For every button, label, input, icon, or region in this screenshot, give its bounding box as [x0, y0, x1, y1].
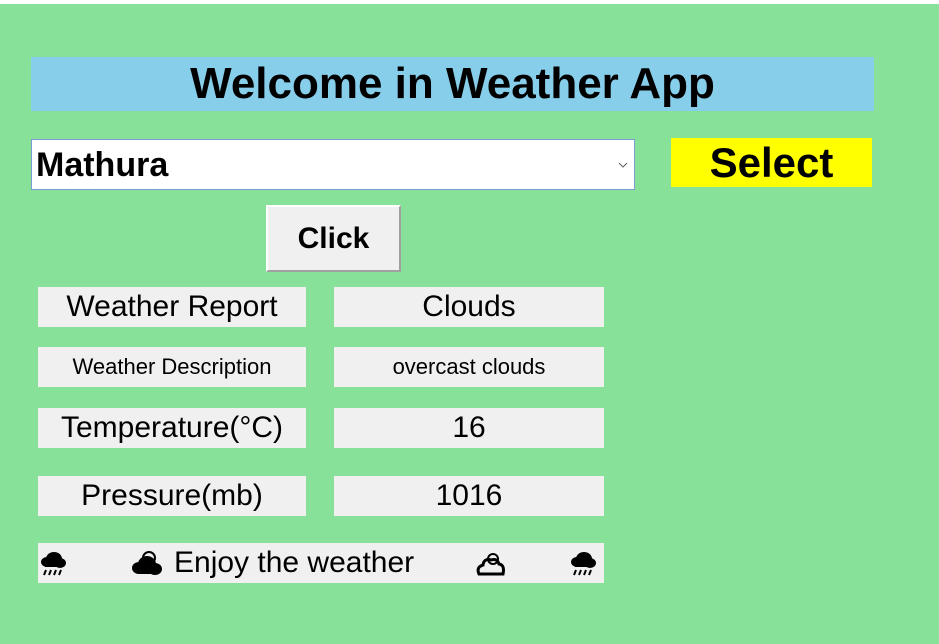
rain-cloud-icon: [568, 549, 598, 579]
weather-description-label: Weather Description: [38, 347, 306, 387]
chevron-down-icon[interactable]: [616, 140, 630, 189]
pressure-value: 1016: [334, 476, 604, 516]
cloud-outline-icon: [474, 549, 505, 579]
rain-cloud-icon: [38, 549, 68, 579]
weather-report-value: Clouds: [334, 287, 604, 327]
pressure-label: Pressure(mb): [38, 476, 306, 516]
footer-message-bar: Enjoy the weather: [38, 543, 604, 583]
city-dropdown[interactable]: Mathura: [31, 139, 635, 190]
city-dropdown-value: Mathura: [36, 146, 169, 184]
app-window: Welcome in Weather App Mathura Select Cl…: [0, 4, 939, 644]
page-title: Welcome in Weather App: [31, 57, 874, 111]
temperature-value: 16: [334, 408, 604, 448]
footer-message: Enjoy the weather: [174, 546, 415, 579]
click-button[interactable]: Click: [266, 205, 401, 272]
temperature-label: Temperature(°C): [38, 408, 306, 448]
select-label: Select: [671, 138, 872, 187]
cloud-icon: [130, 549, 162, 579]
weather-description-value: overcast clouds: [334, 347, 604, 387]
weather-report-label: Weather Report: [38, 287, 306, 327]
